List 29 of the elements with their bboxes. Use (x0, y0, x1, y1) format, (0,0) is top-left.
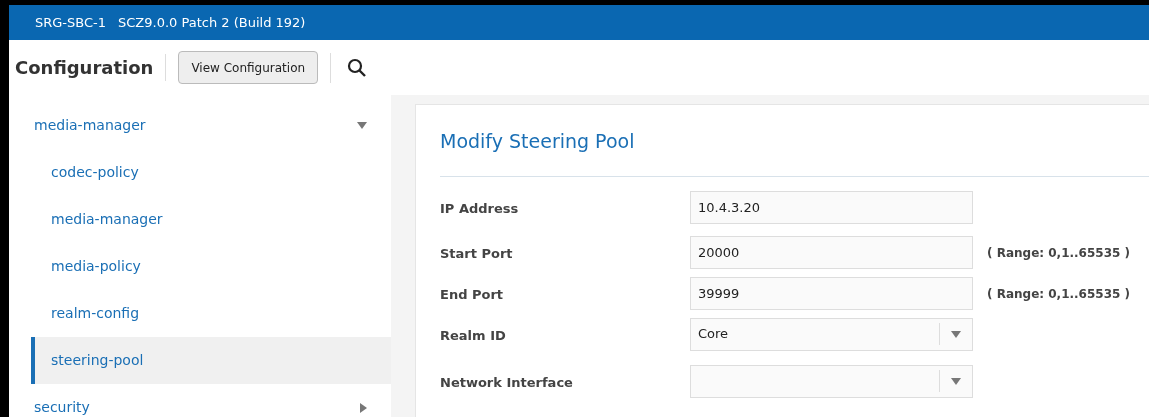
form-title: Modify Steering Pool (440, 105, 1149, 177)
dropdown-field[interactable] (690, 364, 973, 398)
view-configuration-button[interactable]: View Configuration (178, 51, 319, 84)
field-label: Network Interface (440, 373, 574, 392)
version-label: SCZ9.0.0 Patch 2 (Build 192) (118, 13, 306, 32)
tree-item[interactable]: media-manager (31, 196, 391, 243)
range-hint: ( Range: 0,1..65535 ) (987, 244, 1131, 262)
tree-item[interactable]: media-policy (31, 243, 391, 290)
tree-item[interactable]: codec-policy (31, 149, 391, 196)
caret-down-icon (951, 377, 961, 385)
page-title: Configuration (15, 54, 167, 81)
caret-down-icon (951, 330, 961, 338)
field-label: IP Address (440, 199, 520, 218)
search-icon[interactable] (347, 57, 368, 78)
tree-item[interactable]: security (9, 384, 391, 417)
text-field[interactable]: 10.4.3.20 (690, 190, 973, 224)
text-field[interactable]: 39999 (690, 276, 973, 310)
dropdown-field[interactable]: Core (690, 317, 973, 351)
caret-right-icon (360, 402, 367, 413)
tree-item[interactable]: media-manager (9, 102, 391, 149)
tree-item[interactable]: realm-config (31, 290, 391, 337)
range-hint: ( Range: 0,1..65535 ) (987, 285, 1131, 303)
tree-item[interactable]: steering-pool (31, 337, 391, 384)
field-label: Realm ID (440, 326, 507, 345)
field-label: Start Port (440, 244, 514, 263)
text-field[interactable]: 20000 (690, 235, 973, 269)
caret-down-icon (357, 122, 367, 129)
field-label: End Port (440, 285, 505, 304)
device-name: SRG-SBC-1 (35, 13, 107, 32)
